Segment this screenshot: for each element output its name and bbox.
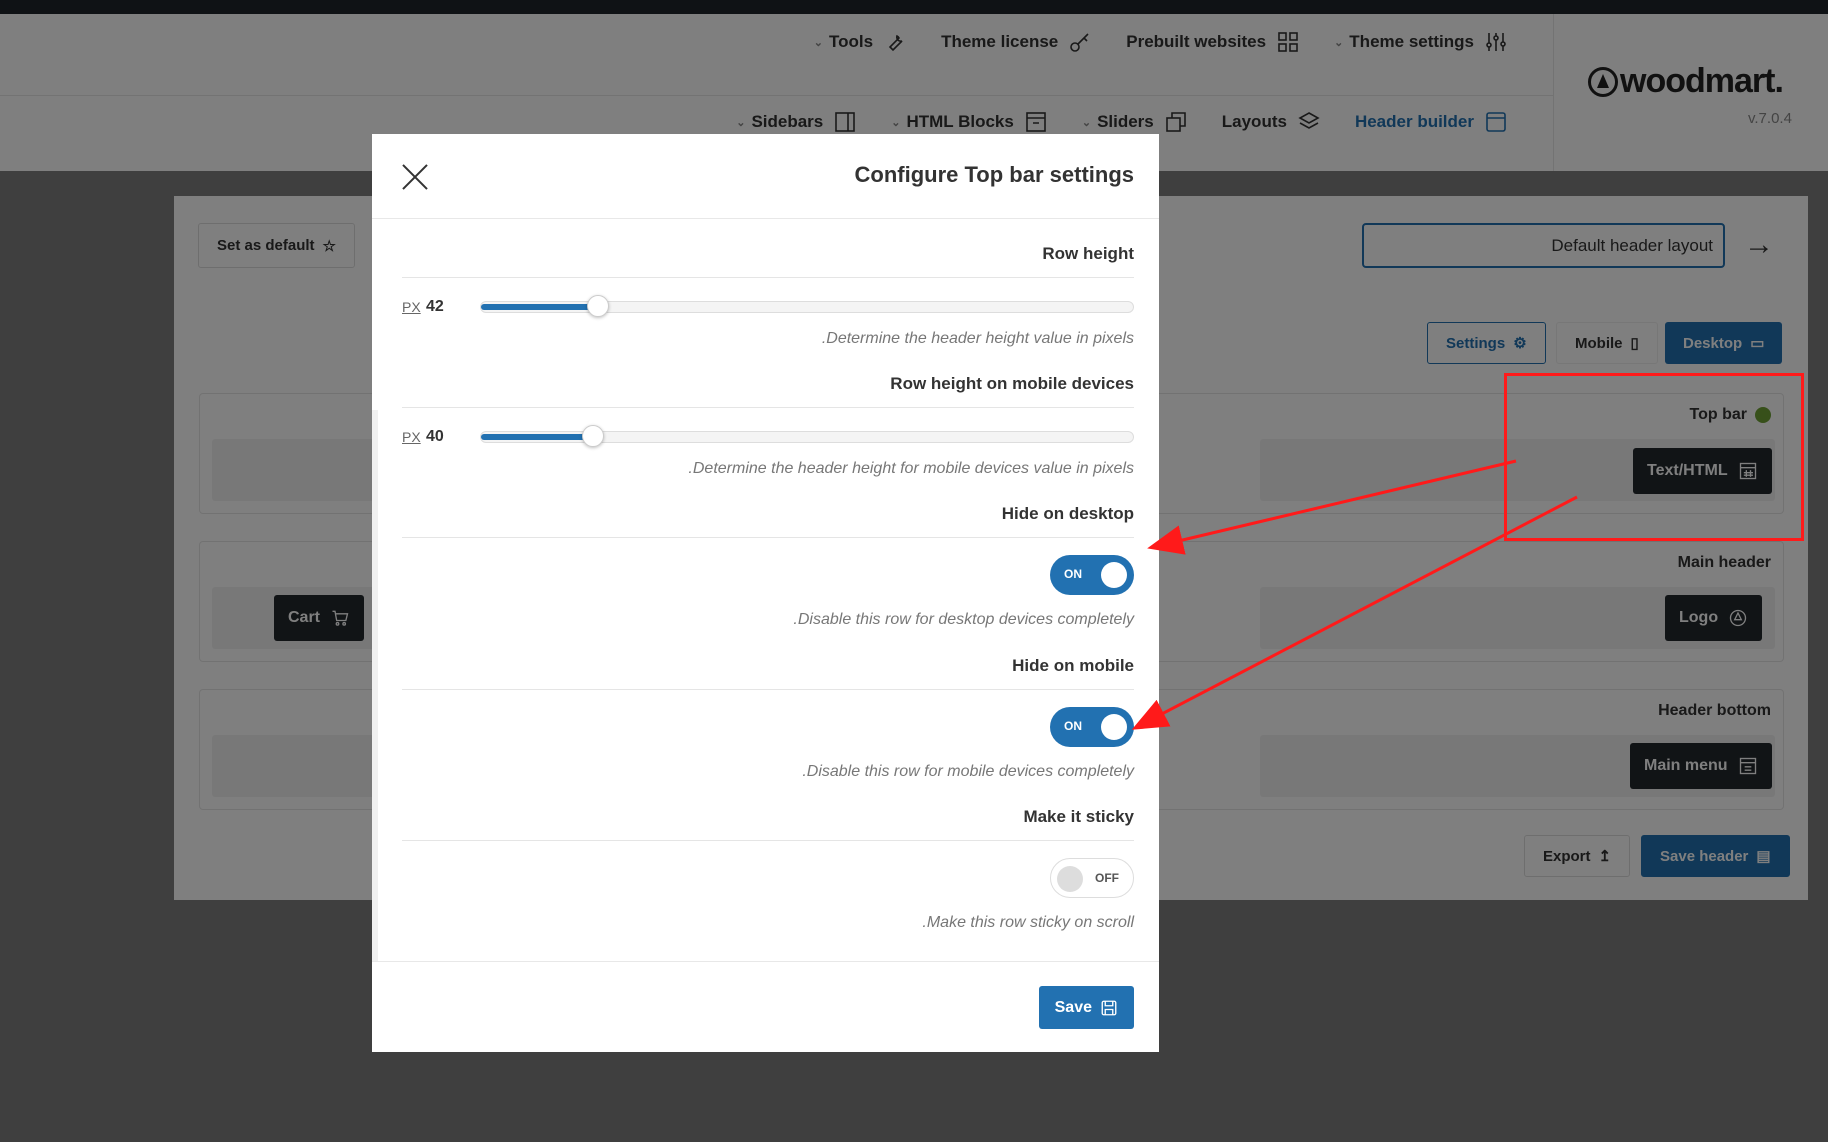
configure-row-modal: Configure Top bar settings Row height PX… [372,134,1159,1052]
scrollbar-thumb[interactable] [372,220,378,410]
hide-mobile-label: Hide on mobile [1012,656,1134,675]
hide-desktop-description: .Disable this row for desktop devices co… [793,611,1134,628]
row-height-mobile-description: .Determine the header height for mobile … [688,460,1134,477]
floppy-icon [1101,1000,1117,1015]
close-icon[interactable] [400,162,430,192]
modal-header: Configure Top bar settings [372,134,1159,219]
row-height-label: Row height [1042,244,1134,263]
toggle-state: ON [1064,719,1082,733]
row-height-mobile-value: 40 [426,428,444,445]
toggle-state: OFF [1095,871,1119,885]
hide-mobile-description: .Disable this row for mobile devices com… [802,763,1134,780]
divider [402,537,1134,538]
divider [402,840,1134,841]
hide-desktop-toggle[interactable]: ON [1050,555,1134,595]
row-height-value: 42 [426,298,444,315]
row-height-slider[interactable] [480,295,1134,317]
toggle-state: ON [1064,567,1082,581]
row-height-description: .Determine the header height value in pi… [821,330,1134,347]
slider-handle[interactable] [582,425,604,447]
toggle-knob [1057,866,1083,892]
divider [402,407,1134,408]
slider-fill [481,434,593,440]
divider [402,689,1134,690]
sticky-toggle[interactable]: OFF [1050,858,1134,898]
divider [402,277,1134,278]
hide-desktop-label: Hide on desktop [1001,504,1134,523]
hide-mobile-toggle[interactable]: ON [1050,707,1134,747]
row-height-mobile-label: Row height on mobile devices [890,374,1134,393]
slider-fill [481,304,598,310]
slider-handle[interactable] [587,295,609,317]
unit-label: PX [402,429,421,445]
modal-title: Configure Top bar settings [854,162,1134,187]
sticky-description: .Make this row sticky on scroll [922,914,1134,931]
unit-label: PX [402,299,421,315]
toggle-knob [1101,562,1127,588]
modal-footer: Save [372,961,1159,1052]
save-button[interactable]: Save [1038,986,1134,1029]
toggle-knob [1101,714,1127,740]
sticky-label: Make it sticky [1023,807,1134,826]
annotation-highlight-box [1504,373,1804,541]
scrollbar[interactable] [372,220,378,961]
row-height-mobile-slider[interactable] [480,425,1134,447]
